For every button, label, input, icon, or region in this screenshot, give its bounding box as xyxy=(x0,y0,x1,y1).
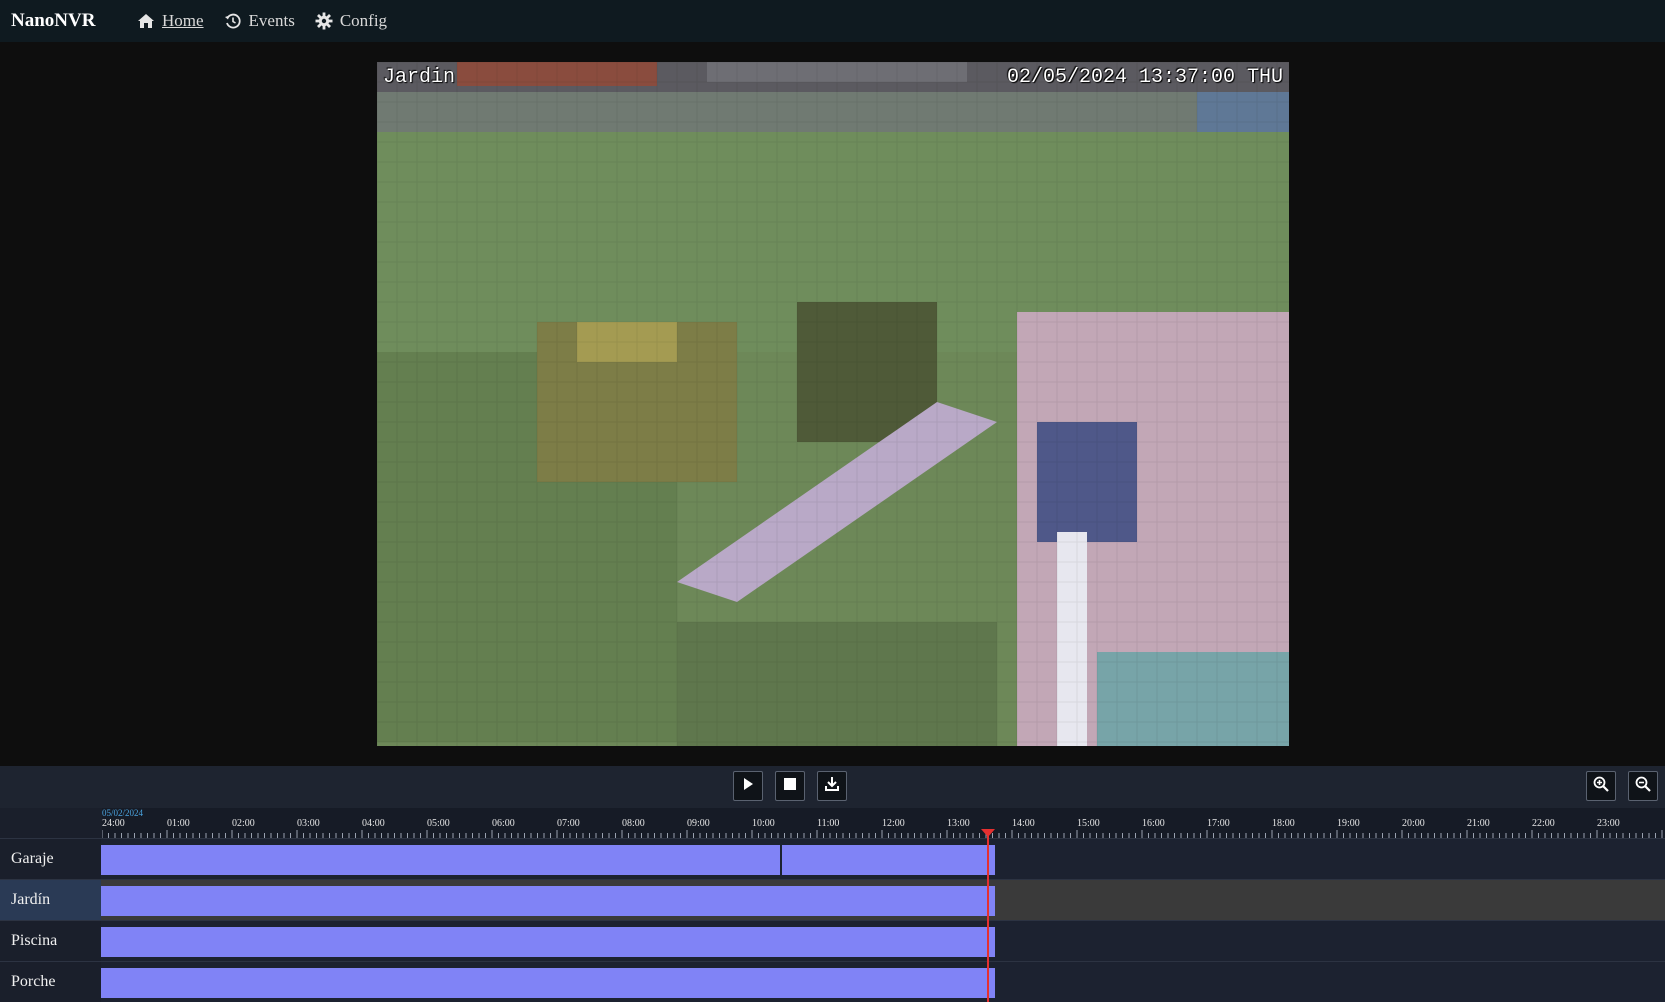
hour-label: 17:00 xyxy=(1207,818,1230,829)
recording-segment[interactable] xyxy=(101,968,995,998)
hour-label: 18:00 xyxy=(1272,818,1295,829)
hour-label: 11:00 xyxy=(817,818,840,829)
timeline[interactable]: 05/02/2024 24:00 01:00 02:00 03:00 04:00 05:0… xyxy=(0,808,1665,1002)
brand-logo[interactable]: NanoNVR xyxy=(11,10,137,32)
hour-label: 02:00 xyxy=(232,818,255,829)
camera-row-label[interactable]: Garaje xyxy=(0,839,101,879)
download-button[interactable] xyxy=(817,771,847,801)
recording-track[interactable] xyxy=(101,921,1665,961)
nav-config[interactable]: Config xyxy=(315,11,387,31)
play-icon xyxy=(741,777,755,796)
camera-video-frame[interactable]: Jardin 02/05/2024 13:37:00 THU xyxy=(377,62,1289,746)
gear-icon xyxy=(315,12,333,30)
home-icon xyxy=(137,12,155,30)
recording-segment[interactable] xyxy=(101,845,995,875)
recording-track[interactable] xyxy=(101,880,1665,920)
recording-gap xyxy=(780,845,782,875)
camera-name-overlay: Jardin xyxy=(383,66,456,89)
hour-label: 21:00 xyxy=(1467,818,1490,829)
zoom-in-button[interactable] xyxy=(1586,771,1616,801)
stop-button[interactable] xyxy=(775,771,805,801)
hour-label: 15:00 xyxy=(1077,818,1100,829)
zoom-out-button[interactable] xyxy=(1628,771,1658,801)
hour-label: 23:00 xyxy=(1597,818,1620,829)
hour-label: 01:00 xyxy=(167,818,190,829)
hour-label: 14:00 xyxy=(1012,818,1035,829)
hour-label: 07:00 xyxy=(557,818,580,829)
timeline-ruler[interactable]: 05/02/2024 24:00 01:00 02:00 03:00 04:00 05:0… xyxy=(102,808,1665,838)
video-viewer: Jardin 02/05/2024 13:37:00 THU xyxy=(0,42,1665,766)
download-icon xyxy=(824,776,840,797)
hour-label: 10:00 xyxy=(752,818,775,829)
hour-label: 22:00 xyxy=(1532,818,1555,829)
recording-segment[interactable] xyxy=(101,927,995,957)
hour-label: 13:00 xyxy=(947,818,970,829)
history-icon xyxy=(224,12,242,30)
camera-row-label[interactable]: Jardín xyxy=(0,880,101,920)
nav-events[interactable]: Events xyxy=(224,11,295,31)
hour-label: 16:00 xyxy=(1142,818,1165,829)
hour-label: 04:00 xyxy=(362,818,385,829)
recording-track[interactable] xyxy=(101,839,1665,879)
nav-home[interactable]: Home xyxy=(137,11,204,31)
hour-label: 05:00 xyxy=(427,818,450,829)
stop-icon xyxy=(783,777,797,796)
zoom-in-icon xyxy=(1593,776,1609,797)
hour-label: 24:00 xyxy=(102,818,125,829)
nav-config-label: Config xyxy=(339,11,388,30)
hour-label: 20:00 xyxy=(1402,818,1425,829)
camera-row-jardin[interactable]: Jardín xyxy=(0,879,1665,920)
camera-row-piscina[interactable]: Piscina xyxy=(0,920,1665,961)
pixelated-camera-image xyxy=(377,62,1289,746)
recording-segment[interactable] xyxy=(101,886,995,916)
playhead-line[interactable] xyxy=(987,830,989,1002)
play-button[interactable] xyxy=(733,771,763,801)
nav-home-label: Home xyxy=(162,11,204,30)
hour-label: 09:00 xyxy=(687,818,710,829)
zoom-out-icon xyxy=(1635,776,1651,797)
hour-label: 12:00 xyxy=(882,818,905,829)
hour-label: 03:00 xyxy=(297,818,320,829)
camera-row-porche[interactable]: Porche xyxy=(0,961,1665,1002)
camera-row-label[interactable]: Piscina xyxy=(0,921,101,961)
top-navbar: NanoNVR Home Events Config xyxy=(0,0,1665,42)
camera-row-garaje[interactable]: Garaje xyxy=(0,838,1665,879)
hour-label: 19:00 xyxy=(1337,818,1360,829)
recording-track[interactable] xyxy=(101,962,1665,1002)
playback-controls xyxy=(0,766,1665,808)
hour-label: 08:00 xyxy=(622,818,645,829)
timestamp-overlay: 02/05/2024 13:37:00 THU xyxy=(1006,66,1283,89)
camera-row-label[interactable]: Porche xyxy=(0,962,101,1002)
nav-events-label: Events xyxy=(248,11,295,30)
hour-label: 06:00 xyxy=(492,818,515,829)
